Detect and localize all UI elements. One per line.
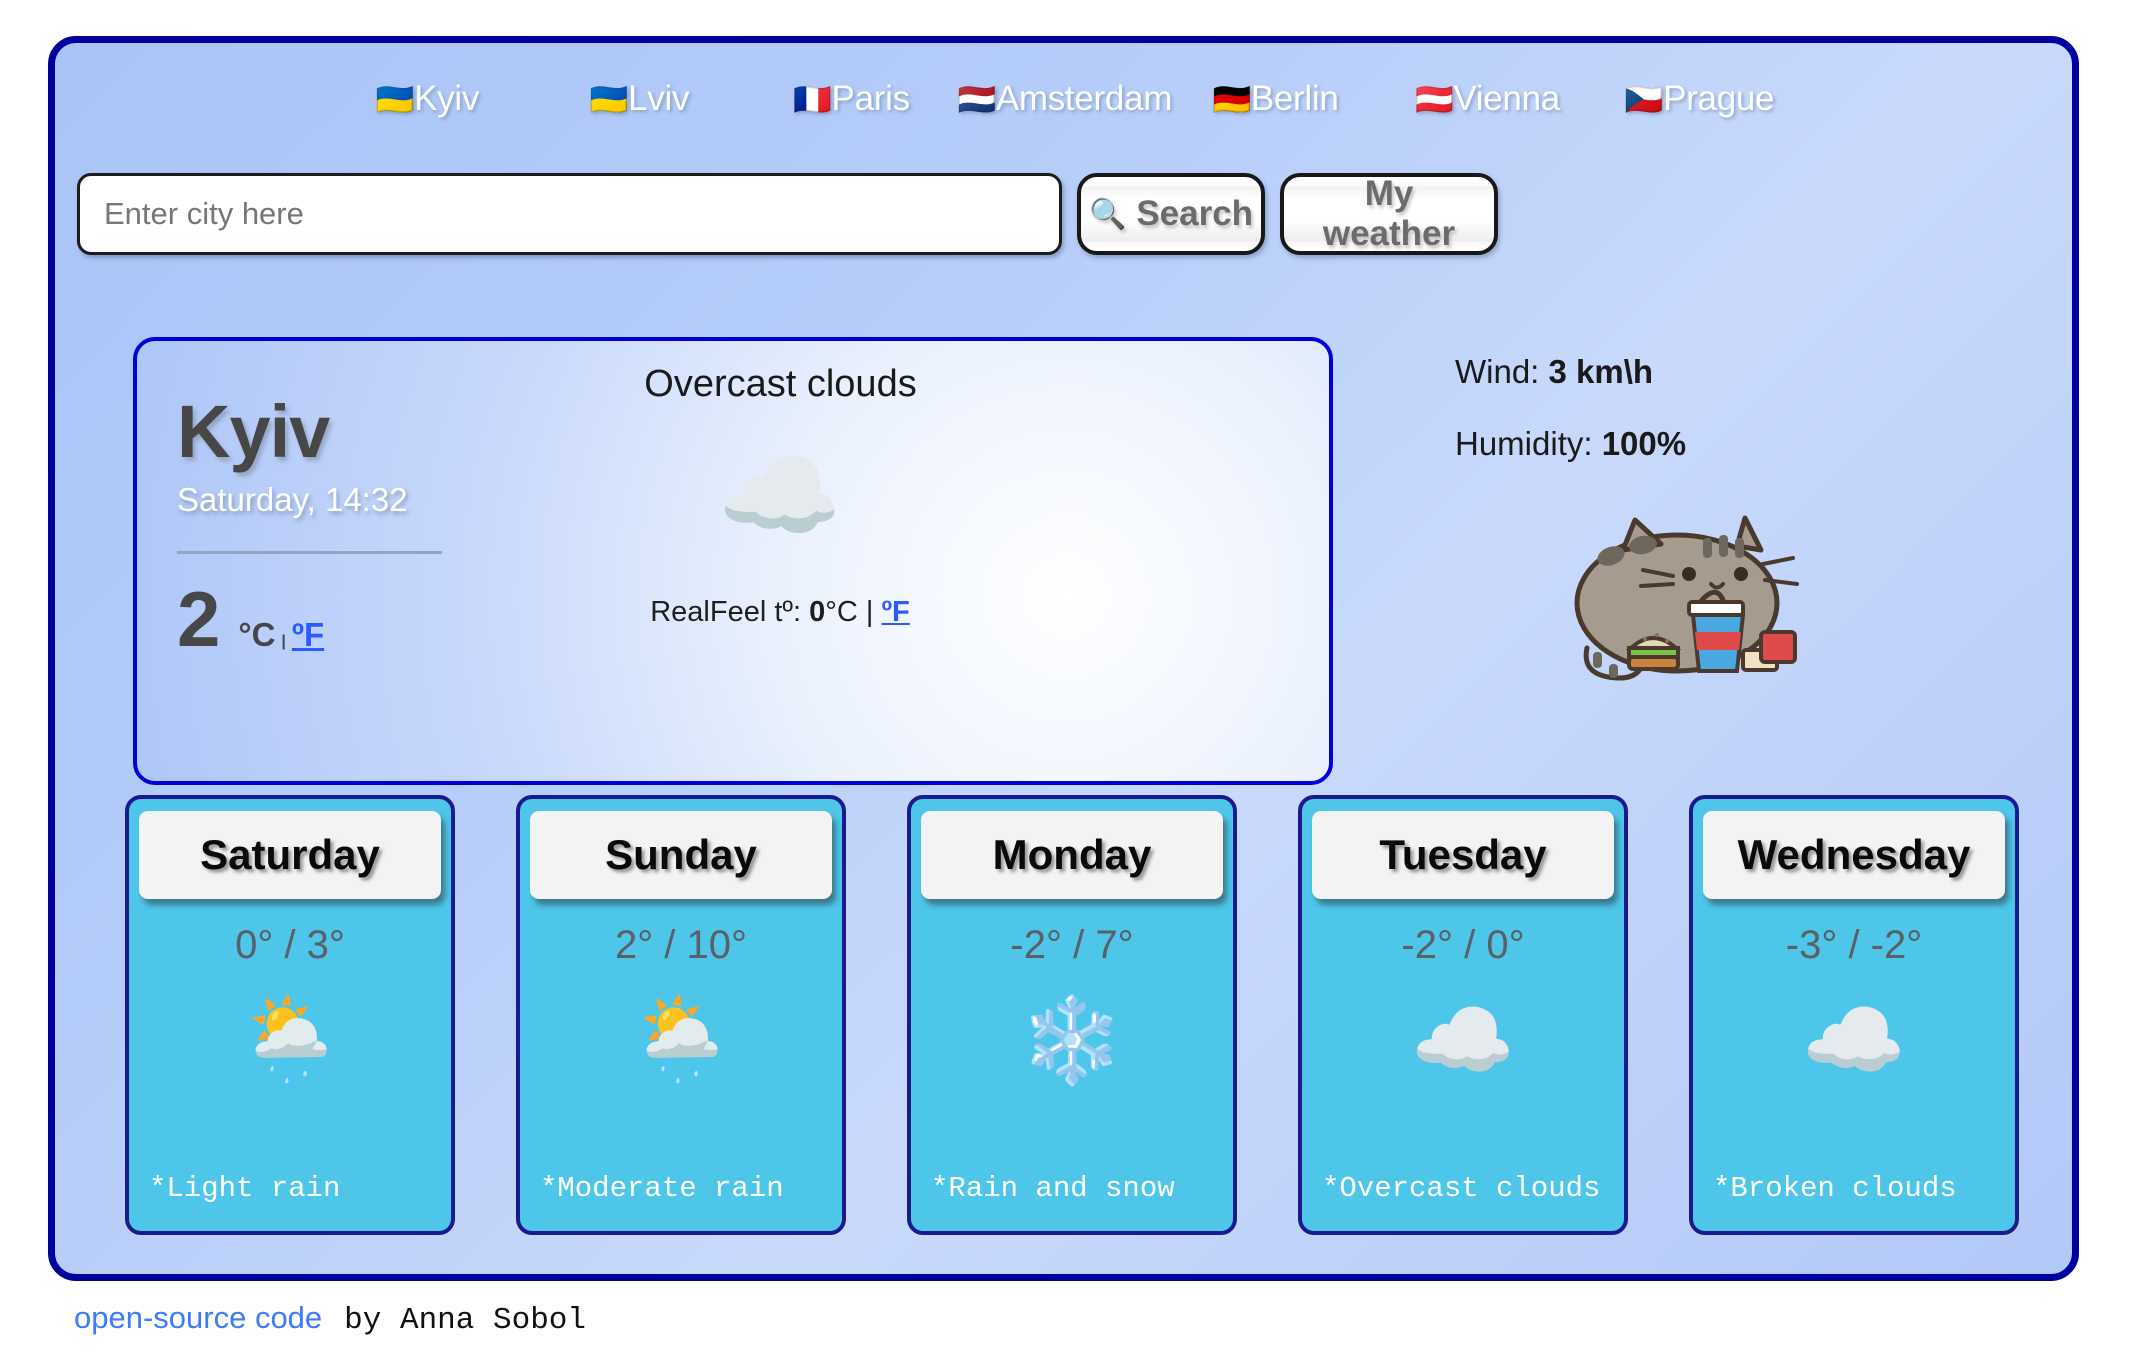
- city-name: Kyiv: [177, 390, 330, 473]
- open-source-code-link[interactable]: open-source code: [74, 1300, 322, 1336]
- forecast-weather-icon: ☁️: [1410, 993, 1516, 1087]
- realfeel-separator: |: [865, 596, 874, 628]
- nav-link-label: Lviv: [628, 79, 690, 118]
- forecast-description: *Light rain: [149, 1172, 341, 1205]
- forecast-weather-icon: 🌦️: [628, 993, 734, 1087]
- forecast-description: *Rain and snow: [931, 1172, 1175, 1205]
- realfeel-label: RealFeel tº:: [650, 596, 802, 628]
- flag-icon: 🇩🇪: [1212, 82, 1252, 117]
- realfeel-row: RealFeel tº: 0°C | ºF: [650, 596, 910, 629]
- humidity-label: Humidity:: [1455, 425, 1593, 462]
- overcast-clouds-icon: ☁️: [717, 440, 843, 552]
- search-row: 🔍 Search My weather: [77, 173, 2067, 255]
- forecast-description: *Moderate rain: [540, 1172, 784, 1205]
- search-button-label: Search: [1136, 194, 1254, 233]
- forecast-card: Monday -2° / 7° ❄️ *Rain and snow: [907, 795, 1237, 1235]
- nav-link-lviv[interactable]: 🇺🇦Lviv: [534, 79, 746, 119]
- forecast-temps: -2° / 7°: [1010, 923, 1134, 967]
- forecast-day-label: Monday: [992, 831, 1152, 878]
- nav-link-paris[interactable]: 🇫🇷Paris: [746, 79, 958, 119]
- footer: open-source code by Anna Sobol: [74, 1300, 586, 1338]
- wind-value: 3 km\h: [1548, 353, 1654, 390]
- nav-link-label: Berlin: [1250, 79, 1339, 118]
- forecast-temps: 2° / 10°: [614, 923, 748, 967]
- forecast-temps: 0° / 3°: [235, 923, 345, 967]
- current-temperature: 2: [177, 574, 221, 663]
- forecast-weather-icon: 🌦️: [237, 993, 343, 1087]
- nav-link-kyiv[interactable]: 🇺🇦Kyiv: [322, 79, 534, 119]
- forecast-day-label: Tuesday: [1379, 831, 1547, 878]
- city-datetime: Saturday, 14:32: [177, 480, 408, 518]
- forecast-weather-icon: ☁️: [1801, 993, 1907, 1087]
- forecast-day-header: Wednesday: [1703, 811, 2005, 899]
- nav-link-berlin[interactable]: 🇩🇪Berlin: [1170, 79, 1382, 119]
- unit-separator: |: [281, 632, 286, 650]
- forecast-row: Saturday 0° / 3° 🌦️ *Light rain Sunday 2° / 1…: [77, 795, 2067, 1235]
- my-weather-button[interactable]: My weather: [1280, 173, 1498, 255]
- wind-label: Wind:: [1455, 353, 1540, 390]
- forecast-description: *Broken clouds: [1713, 1172, 1957, 1205]
- realfeel-value: 0: [809, 596, 826, 628]
- nav-link-label: Amsterdam: [995, 79, 1173, 118]
- nav-link-prague[interactable]: 🇨🇿Prague: [1594, 79, 1806, 119]
- forecast-description: *Overcast clouds: [1322, 1172, 1601, 1205]
- nav-link-label: Prague: [1663, 79, 1775, 118]
- wind-row: Wind: 3 km\h: [1455, 353, 1686, 391]
- forecast-card: Sunday 2° / 10° 🌦️ *Moderate rain: [516, 795, 846, 1235]
- flag-icon: 🇫🇷: [793, 82, 832, 117]
- current-weather-card: Overcast clouds ☁️ RealFeel tº: 0°C | ºF…: [133, 337, 1333, 785]
- forecast-card: Saturday 0° / 3° 🌦️ *Light rain: [125, 795, 455, 1235]
- forecast-day-label: Saturday: [200, 831, 380, 878]
- forecast-card: Wednesday -3° / -2° ☁️ *Broken clouds: [1689, 795, 2019, 1235]
- app-page: 🇺🇦Kyiv 🇺🇦Lviv 🇫🇷Paris 🇳🇱Amsterdam 🇩🇪Berlin 🇦🇹…: [0, 0, 2142, 1352]
- humidity-row: Humidity: 100%: [1455, 425, 1686, 463]
- flag-icon: 🇺🇦: [589, 82, 629, 117]
- flag-icon: 🇺🇦: [375, 82, 415, 117]
- forecast-day-header: Tuesday: [1312, 811, 1614, 899]
- realfeel-unit: °C: [825, 596, 858, 628]
- search-input[interactable]: [77, 173, 1062, 255]
- forecast-card: Tuesday -2° / 0° ☁️ *Overcast clouds: [1298, 795, 1628, 1235]
- footer-author: by Anna Sobol: [344, 1303, 587, 1338]
- pusheen-cat-icon: [1574, 515, 1799, 681]
- forecast-temps: -3° / -2°: [1785, 923, 1923, 967]
- forecast-day-header: Saturday: [139, 811, 441, 899]
- nav-link-label: Vienna: [1453, 79, 1560, 118]
- nav-link-label: Paris: [831, 79, 911, 118]
- nav-link-amsterdam[interactable]: 🇳🇱Amsterdam: [957, 79, 1173, 119]
- forecast-day-header: Monday: [921, 811, 1223, 899]
- realfeel-fahrenheit-link[interactable]: ºF: [881, 596, 909, 628]
- my-weather-label: My weather: [1322, 174, 1456, 253]
- city-block: Kyiv Saturday, 14:32 2 °C | ºF: [177, 393, 597, 658]
- weather-details: Wind: 3 km\h Humidity: 100%: [1455, 353, 1686, 497]
- app-frame: 🇺🇦Kyiv 🇺🇦Lviv 🇫🇷Paris 🇳🇱Amsterdam 🇩🇪Berlin 🇦🇹…: [48, 36, 2079, 1281]
- flag-icon: 🇳🇱: [957, 82, 997, 117]
- forecast-day-header: Sunday: [530, 811, 832, 899]
- temperature-row: 2 °C | ºF: [177, 580, 597, 658]
- forecast-temps: -2° / 0°: [1401, 923, 1525, 967]
- search-icon: 🔍: [1088, 197, 1127, 231]
- forecast-day-label: Sunday: [605, 831, 757, 878]
- city-nav: 🇺🇦Kyiv 🇺🇦Lviv 🇫🇷Paris 🇳🇱Amsterdam 🇩🇪Berlin 🇦🇹…: [55, 79, 2072, 119]
- fahrenheit-link[interactable]: ºF: [292, 616, 324, 654]
- search-button[interactable]: 🔍 Search: [1077, 173, 1265, 255]
- flag-icon: 🇦🇹: [1415, 82, 1454, 117]
- nav-link-label: Kyiv: [414, 79, 480, 118]
- forecast-day-label: Wednesday: [1737, 831, 1971, 878]
- nav-link-vienna[interactable]: 🇦🇹Vienna: [1382, 79, 1594, 119]
- divider: [177, 550, 442, 554]
- current-temperature-unit: °C: [238, 615, 276, 653]
- flag-icon: 🇨🇿: [1624, 82, 1664, 117]
- forecast-weather-icon: ❄️: [1019, 993, 1125, 1087]
- humidity-value: 100%: [1601, 425, 1687, 462]
